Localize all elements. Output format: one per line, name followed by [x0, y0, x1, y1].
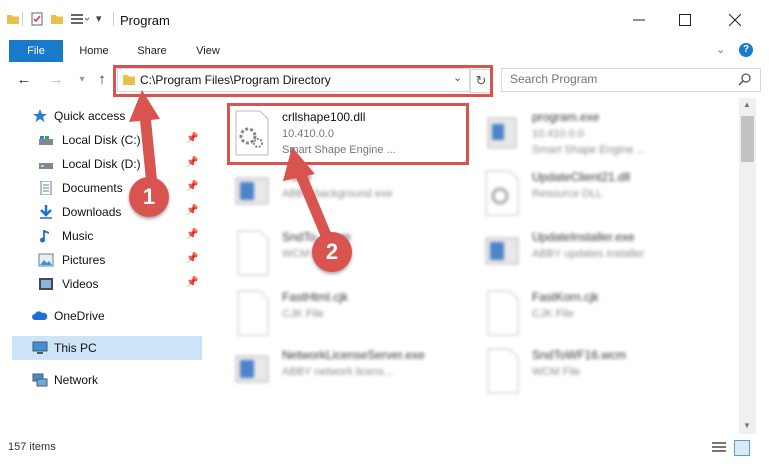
step-1-badge: 1 [129, 177, 169, 217]
annotation-arrows [129, 90, 334, 246]
step-2-badge: 2 [312, 232, 352, 272]
arrow-2 [283, 147, 334, 246]
arrow-1 [129, 90, 160, 191]
